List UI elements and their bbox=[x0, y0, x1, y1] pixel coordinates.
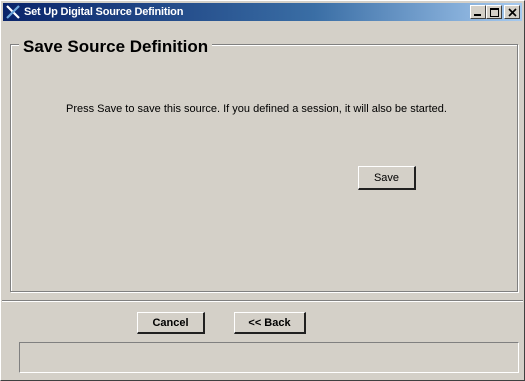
save-button[interactable]: Save bbox=[358, 166, 416, 190]
save-source-group bbox=[10, 44, 518, 292]
status-bar bbox=[19, 342, 519, 373]
minimize-button[interactable] bbox=[470, 5, 486, 19]
window-title: Set Up Digital Source Definition bbox=[24, 6, 184, 18]
x-logo-icon bbox=[5, 4, 21, 20]
window-controls bbox=[470, 5, 520, 19]
back-button[interactable]: << Back bbox=[234, 312, 306, 334]
group-title: Save Source Definition bbox=[19, 37, 213, 57]
separator bbox=[2, 300, 523, 302]
close-icon bbox=[508, 8, 517, 17]
instruction-text: Press Save to save this source. If you d… bbox=[66, 103, 447, 115]
dialog-window: Set Up Digital Source Definition Save So… bbox=[0, 0, 525, 381]
maximize-icon bbox=[490, 8, 499, 17]
cancel-button[interactable]: Cancel bbox=[137, 312, 205, 334]
title-bar[interactable]: Set Up Digital Source Definition bbox=[3, 3, 522, 21]
close-button[interactable] bbox=[504, 5, 520, 19]
maximize-button[interactable] bbox=[486, 5, 502, 19]
minimize-icon bbox=[474, 14, 481, 16]
